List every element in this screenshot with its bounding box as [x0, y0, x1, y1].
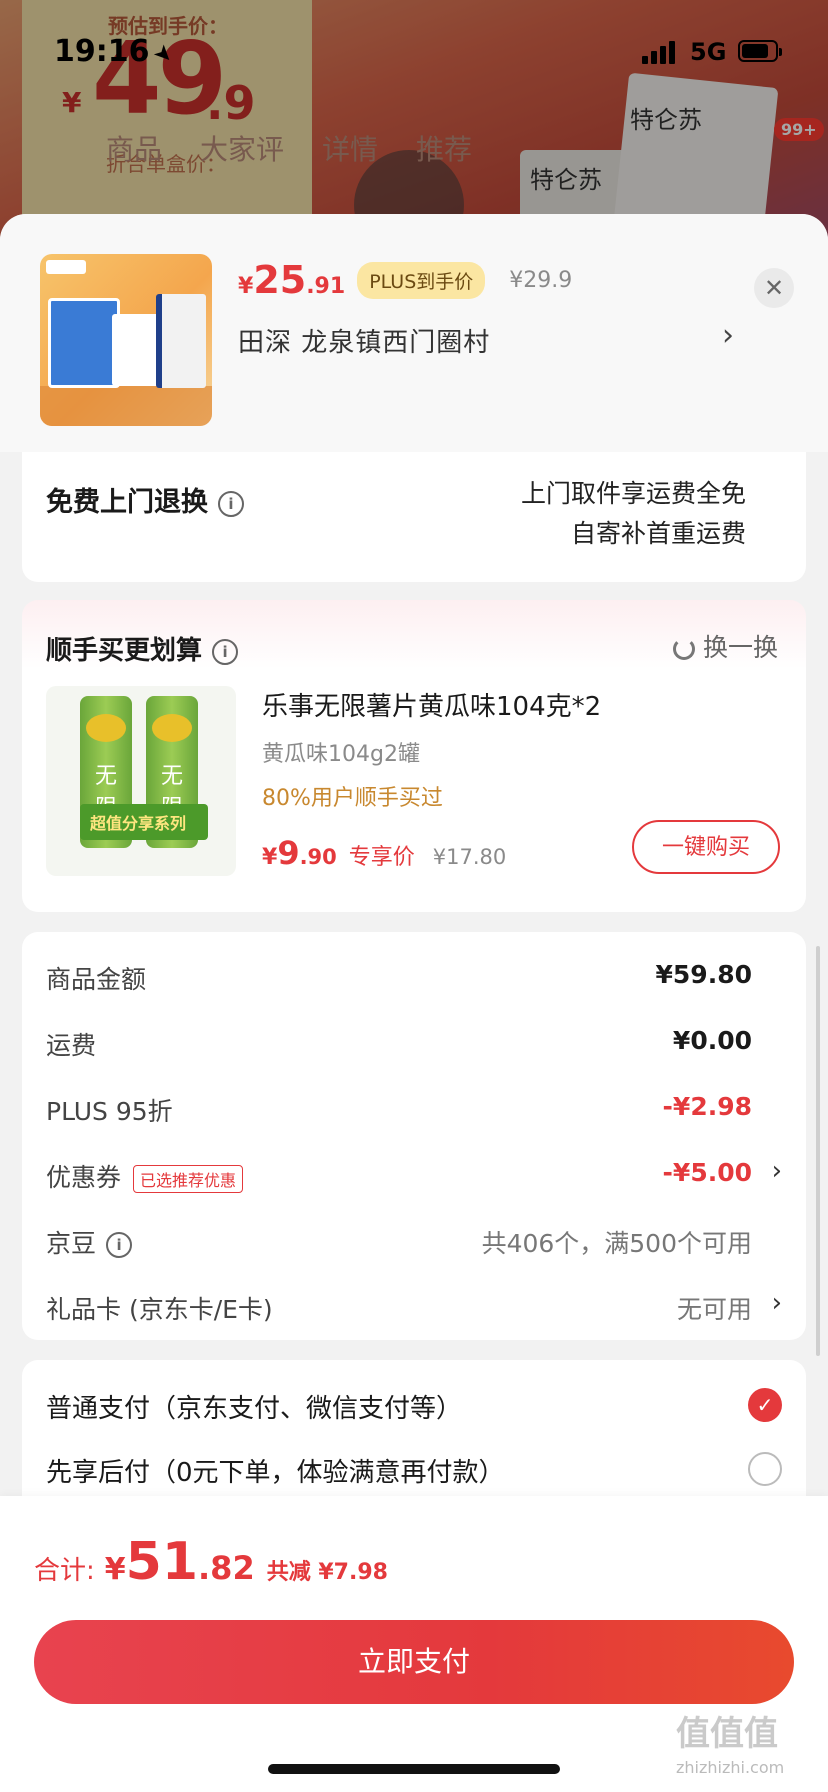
summary-label-text: 优惠券 — [46, 1163, 122, 1192]
pay-now-button[interactable]: 立即支付 — [34, 1620, 794, 1704]
summary-label: PLUS 95折 — [46, 1097, 173, 1126]
refresh-icon — [672, 638, 695, 660]
bundle-original-price: ¥17.80 — [432, 845, 507, 869]
chevron-right-icon[interactable]: › — [722, 318, 734, 353]
return-service-title-text: 免费上门退换 — [46, 487, 208, 518]
summary-value: 无可用 — [676, 1295, 752, 1324]
payment-option-pay-later[interactable]: 先享后付（0元下单，体验满意再付款） — [46, 1452, 505, 1489]
price-yen: ¥ — [238, 274, 254, 299]
summary-label: 运费 — [46, 1031, 97, 1060]
price-decimal: .91 — [306, 274, 346, 299]
return-service-card: 免费上门退换 i 上门取件享运费全免 自寄补首重运费 — [22, 452, 806, 582]
payment-option-normal[interactable]: 普通支付（京东支付、微信支付等） — [46, 1388, 462, 1425]
product-header: ¥ 25 .91 PLUS到手价 ¥29.9 ✕ 田深 龙泉镇西门圈村 › — [0, 214, 828, 452]
original-price: ¥29.9 — [509, 267, 573, 293]
summary-label: 京豆 i — [46, 1224, 133, 1260]
chevron-right-icon[interactable]: › — [772, 1156, 782, 1186]
summary-value: ¥0.00 — [672, 1026, 752, 1055]
summary-label: 商品金额 — [46, 965, 147, 994]
bundle-item-name[interactable]: 乐事无限薯片黄瓜味104克*2 — [262, 686, 601, 723]
total-integer: 51 — [125, 1532, 199, 1592]
checkmark-icon[interactable]: ✓ — [748, 1388, 782, 1422]
coupon-recommended-tag: 已选推荐优惠 — [133, 1165, 244, 1193]
scrollbar[interactable] — [816, 946, 820, 1356]
product-price: ¥ 25 .91 PLUS到手价 ¥29.9 — [238, 258, 572, 302]
total-yen: ¥ — [104, 1552, 126, 1587]
package-text: 超值分享系列 — [90, 814, 187, 833]
status-time-text: 19:16 — [54, 34, 150, 69]
summary-row-coupon[interactable]: 优惠券 已选推荐优惠 -¥5.00 › — [46, 1156, 782, 1198]
one-click-buy-button[interactable]: 一键购买 — [632, 820, 780, 874]
battery-icon — [738, 40, 782, 62]
bundle-title-text: 顺手买更划算 — [46, 636, 203, 666]
watermark-site: zhizhizhi.com — [676, 1758, 785, 1777]
swap-label: 换一换 — [702, 633, 778, 662]
summary-value: -¥2.98 — [662, 1092, 752, 1121]
total-amount: 合计: ¥ 51 .82 共减 ¥7.98 — [34, 1532, 388, 1592]
bundle-price-integer: 9 — [277, 834, 300, 872]
summary-row-goods-amount: 商品金额 ¥59.80 — [46, 960, 782, 1000]
summary-label: 优惠券 已选推荐优惠 — [46, 1158, 244, 1194]
summary-row-plus-discount: PLUS 95折 -¥2.98 — [46, 1092, 782, 1132]
bundle-card: 顺手买更划算 i 换一换 无限 无限 超值分享系列 乐事无限薯片黄瓜味104克*2… — [22, 600, 806, 912]
status-bar: 19:16➤ 5G — [0, 0, 828, 100]
swap-button[interactable]: 换一换 — [672, 628, 778, 664]
exclusive-price-label: 专享价 — [348, 845, 415, 870]
plus-price-tag: PLUS到手价 — [357, 261, 486, 299]
bundle-item-image[interactable]: 无限 无限 超值分享系列 — [46, 686, 236, 876]
chevron-right-icon[interactable]: › — [772, 1288, 782, 1318]
summary-value: -¥5.00 — [662, 1158, 752, 1187]
return-service-line1: 上门取件享运费全免 — [520, 479, 746, 508]
summary-label: 礼品卡 (京东卡/E卡) — [46, 1295, 273, 1324]
network-label: 5G — [690, 38, 727, 66]
return-service-line2: 自寄补首重运费 — [570, 519, 746, 548]
info-icon[interactable]: i — [212, 638, 239, 665]
bundle-price-yen: ¥ — [262, 845, 278, 870]
close-button[interactable]: ✕ — [754, 268, 794, 308]
product-thumbnail — [40, 254, 212, 426]
summary-row-shipping: 运费 ¥0.00 — [46, 1026, 782, 1066]
signal-icon — [642, 40, 675, 64]
watermark-logo: 值值值 — [676, 1714, 778, 1754]
total-label: 合计: — [34, 1556, 95, 1586]
bundle-bought-rate: 80%用户顺手买过 — [262, 786, 443, 811]
summary-value: 共406个，满500个可用 — [481, 1229, 752, 1258]
summary-value: ¥59.80 — [655, 960, 752, 989]
summary-row-gift-card[interactable]: 礼品卡 (京东卡/E卡) 无可用 › — [46, 1288, 782, 1330]
checkout-footer: 合计: ¥ 51 .82 共减 ¥7.98 立即支付 值值值 zhizhizhi… — [0, 1496, 828, 1792]
delivery-address[interactable]: 田深 龙泉镇西门圈村 — [238, 322, 490, 359]
total-decimal: .82 — [198, 1549, 255, 1587]
bundle-price-decimal: .90 — [299, 845, 337, 869]
info-icon[interactable]: i — [106, 1232, 133, 1258]
summary-row-jd-beans: 京豆 i 共406个，满500个可用 — [46, 1224, 782, 1264]
summary-label-text: 京豆 — [46, 1229, 97, 1258]
location-arrow-icon: ➤ — [147, 39, 179, 70]
home-indicator[interactable] — [268, 1764, 560, 1774]
bundle-title: 顺手买更划算 i — [46, 630, 239, 667]
price-summary-card: 商品金额 ¥59.80 运费 ¥0.00 PLUS 95折 -¥2.98 优惠券… — [22, 932, 806, 1340]
radio-unchecked-icon[interactable] — [748, 1452, 782, 1486]
status-time: 19:16➤ — [54, 34, 178, 70]
info-icon[interactable]: i — [218, 490, 244, 517]
price-integer: 25 — [253, 258, 307, 302]
total-saved: 共减 ¥7.98 — [266, 1560, 388, 1585]
bundle-price: ¥ 9 .90 专享价 ¥17.80 — [262, 834, 506, 872]
return-service-title: 免费上门退换 i — [46, 480, 244, 519]
bundle-item-spec: 黄瓜味104g2罐 — [262, 742, 420, 767]
